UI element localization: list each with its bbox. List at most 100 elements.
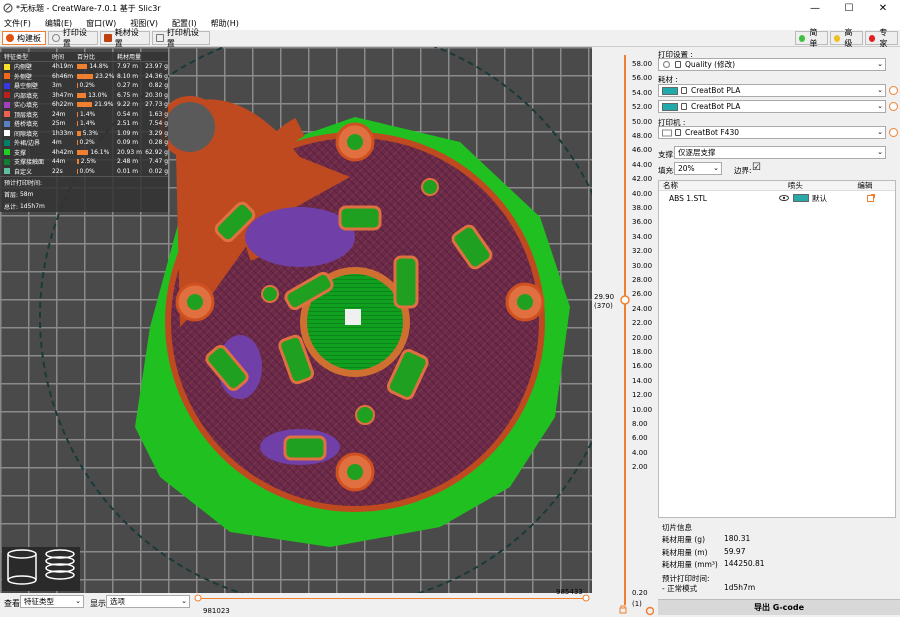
legend-weight: 0.28 g [148, 139, 168, 147]
layer-height-tick: 58.00 [632, 60, 653, 68]
printer-select[interactable]: CreatBot F430 ⌄ [658, 126, 886, 139]
object-name: ABS 1.STL [669, 193, 707, 203]
layer-height-tick: 24.00 [632, 304, 653, 313]
legend-swatch [4, 73, 10, 80]
chevron-down-icon: ⌄ [877, 128, 883, 136]
legend-percent: 1.4% [79, 120, 96, 128]
feature-legend: 特征类型 时间 百分比 耗材用量 内侧壁 4h19m 14.8% 7.97 m … [0, 52, 168, 212]
layer-height-tick: 54.00 [632, 88, 653, 97]
layer-height-tick: 14.00 [632, 376, 653, 385]
layer-slider-thumb[interactable] [618, 294, 632, 306]
legend-swatch [4, 101, 10, 108]
legend-percent: 14.8% [89, 63, 109, 71]
tab-print-settings[interactable]: 打印设置 [48, 28, 98, 48]
legend-length: 20.93 m [117, 148, 142, 156]
chevron-down-icon: ⌄ [75, 597, 81, 605]
legend-type: 支撑接触面 [14, 159, 45, 167]
col-name-header: 名称 [663, 181, 678, 190]
printer-settings-icon [156, 34, 164, 42]
legend-type: 内侧壁 [14, 64, 33, 72]
bottom-layer: (1) [632, 600, 642, 608]
total-time-label: 总计: [4, 203, 19, 211]
tab-filament-settings[interactable]: 耗材设置 [100, 28, 150, 48]
view-select[interactable]: 特征类型 ⌄ [20, 595, 84, 608]
mode-advanced-label: 高级 [844, 28, 853, 48]
layer-height-tick: 32.00 [632, 247, 653, 256]
menu-help[interactable]: 帮助(H) [207, 18, 243, 29]
view-cube-icons[interactable] [2, 547, 80, 591]
legend-percent: 0.0% [79, 167, 95, 175]
printer-gear-icon[interactable] [889, 128, 898, 137]
mode-expert-button[interactable]: 专家 [865, 28, 898, 48]
lock-icon[interactable] [618, 604, 628, 614]
tab-bar: 构建板 打印设置 耗材设置 打印机设置 简单 高级 专家 [0, 28, 900, 48]
legend-length: 8.10 m [117, 72, 139, 80]
layer-height-tick: 36.00 [632, 218, 653, 227]
print-settings-icon [52, 34, 60, 42]
legend-time: 25m [52, 120, 66, 128]
legend-time: 4h42m [52, 148, 74, 156]
legend-bar [77, 130, 81, 136]
layer-height-tick: 38.00 [632, 204, 653, 212]
minimize-button[interactable]: — [798, 0, 832, 17]
legend-header-time: 时间 [52, 54, 65, 61]
move-slider[interactable] [198, 598, 586, 599]
tab-plater[interactable]: 构建板 [2, 31, 46, 45]
chevron-down-icon: ⌄ [877, 60, 883, 68]
tab-printer-settings[interactable]: 打印机设置 [152, 28, 210, 48]
legend-swatch [4, 158, 10, 165]
object-row[interactable]: ABS 1.STL 默认 [659, 191, 895, 205]
legend-bar [77, 149, 89, 155]
first-layer-label: 首层: [4, 191, 19, 199]
maximize-button[interactable]: ☐ [832, 0, 866, 17]
layer-height-tick: 50.00 [632, 117, 653, 126]
legend-header-percent: 百分比 [77, 54, 96, 61]
filament-color-swatch [662, 102, 678, 111]
export-gcode-button[interactable]: 导出 G-code [658, 599, 900, 615]
layer-slider-panel: 58.00 56.00 54.00 52.00 50.00 48.00 46.00 44.00… [592, 47, 654, 615]
settings-panel: 打印设置 : Quality (修改) ⌄ 耗材 : CreatBot PLA ⌄ … [654, 47, 900, 617]
layer-slider-track[interactable] [624, 55, 626, 605]
gear-icon [662, 60, 671, 69]
layer-height-tick: 4.00 [632, 448, 648, 457]
chevron-down-icon: ⌄ [877, 86, 883, 94]
legend-length: 1.09 m [117, 129, 139, 137]
legend-type: 自定义 [14, 168, 33, 176]
legend-length: 2.48 m [117, 158, 139, 166]
legend-length: 9.22 m [117, 101, 139, 109]
filament-2-gear-icon[interactable] [889, 102, 898, 111]
show-select[interactable]: 选项 ⌄ [106, 595, 190, 608]
filament-2-select[interactable]: CreatBot PLA ⌄ [658, 100, 886, 113]
legend-weight: 1.63 g [148, 110, 168, 118]
print-settings-select[interactable]: Quality (修改) ⌄ [658, 58, 886, 71]
visibility-eye-icon[interactable] [779, 194, 789, 202]
tab-printer-settings-label: 打印机设置 [166, 28, 199, 48]
move-slider-right-thumb[interactable] [582, 594, 590, 602]
close-button[interactable]: ✕ [866, 0, 900, 17]
brim-checkbox[interactable]: ☑ [752, 162, 761, 173]
layer-height-tick: 46.00 [632, 146, 653, 155]
layer-height-tick: 42.00 [632, 175, 653, 184]
filament-color-swatch [662, 86, 678, 95]
legend-percent: 1.4% [79, 110, 96, 118]
move-slider-left-thumb[interactable] [194, 594, 202, 602]
mode-advanced-button[interactable]: 高级 [830, 28, 863, 48]
filament-1-select[interactable]: CreatBot PLA ⌄ [658, 84, 886, 97]
total-time-value: 1d5h7m [19, 202, 45, 210]
legend-weight: 7.54 g [148, 120, 168, 128]
support-select[interactable]: 仅逐层支撑 ⌄ [674, 146, 886, 159]
infill-select[interactable]: 20% ⌄ [674, 162, 722, 175]
lock-icon [681, 103, 687, 110]
mode-simple-button[interactable]: 简单 [795, 28, 828, 48]
legend-bar [77, 92, 87, 98]
legend-row: 悬空侧壁 3m 0.2% 0.27 m 0.82 g [0, 81, 168, 91]
show-label: 显示 [90, 599, 106, 608]
legend-type: 搭桥填充 [14, 121, 39, 129]
legend-percent: 2.5% [80, 158, 96, 166]
menu-file[interactable]: 文件(F) [0, 18, 35, 29]
layer-height-tick: 12.00 [632, 391, 653, 400]
edit-icon[interactable] [867, 194, 875, 202]
filament-1-gear-icon[interactable] [889, 86, 898, 95]
legend-bar [77, 140, 78, 146]
layer-height-tick: 22.00 [632, 319, 653, 328]
